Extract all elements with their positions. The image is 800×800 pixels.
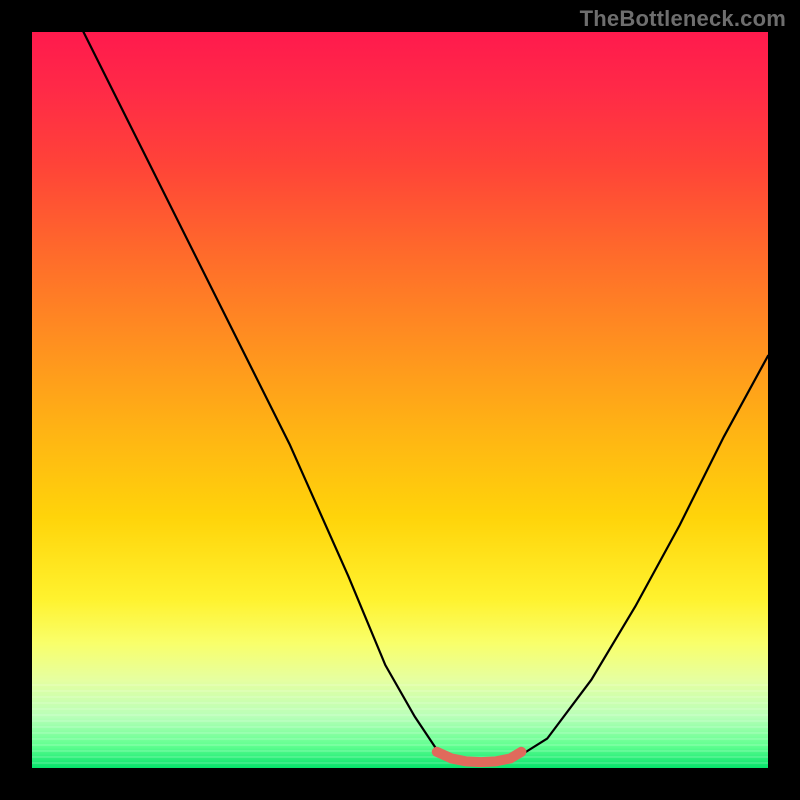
watermark-text: TheBottleneck.com	[580, 6, 786, 32]
chart-curves	[32, 32, 768, 768]
chart-frame: TheBottleneck.com	[0, 0, 800, 800]
curve-left-branch	[84, 32, 452, 757]
curve-right-branch	[518, 356, 768, 757]
plot-area	[32, 32, 768, 768]
curve-basin-marker	[437, 752, 522, 762]
